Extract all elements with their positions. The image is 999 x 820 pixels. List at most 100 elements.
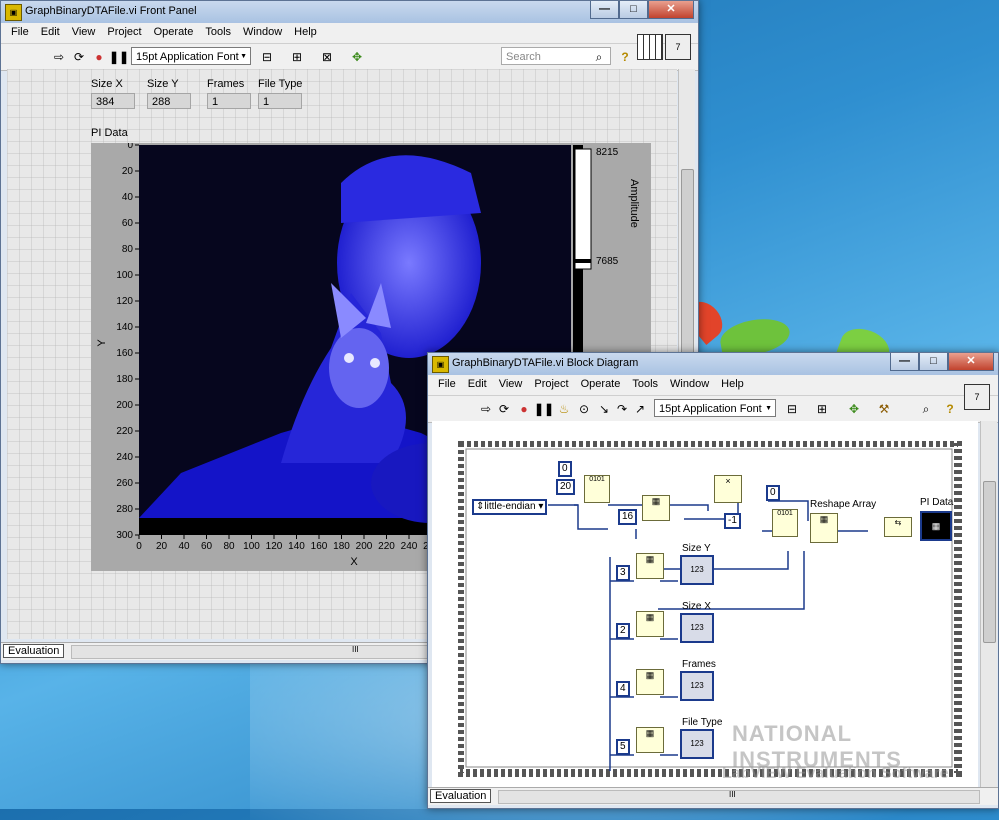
minimize-button[interactable]: — [890, 353, 919, 371]
step-into-icon[interactable]: ↘ [596, 401, 612, 417]
frames-label: Frames [207, 78, 245, 90]
menu-help[interactable]: Help [288, 23, 323, 43]
reorder-icon[interactable]: ✥ [349, 49, 365, 65]
read-binary-file-node-2[interactable]: 0101 [772, 509, 798, 537]
block-diagram-hscroll[interactable]: III [498, 790, 980, 804]
reshape-array-node[interactable]: ▦ [810, 513, 838, 543]
menu-tools[interactable]: Tools [199, 23, 237, 43]
multiply-node[interactable]: × [714, 475, 742, 503]
align-objects-icon[interactable]: ⊟ [784, 401, 800, 417]
constant-20[interactable]: 20 [556, 479, 576, 495]
x-tick-label: 140 [288, 541, 305, 552]
close-button[interactable]: ✕ [648, 1, 694, 19]
index-array-node-1[interactable]: ▦ [642, 495, 670, 521]
constant-4[interactable]: 4 [616, 681, 630, 697]
labview-app-icon: ▣ [5, 4, 22, 21]
front-panel-hscroll[interactable]: III [71, 645, 433, 659]
menu-edit[interactable]: Edit [35, 23, 66, 43]
x-tick-label: 160 [311, 541, 328, 552]
frames-terminal[interactable]: 123 [680, 671, 714, 701]
pause-icon[interactable]: ❚❚ [109, 49, 129, 65]
run-arrow-icon[interactable]: ⇨ [51, 49, 67, 65]
vscroll-thumb[interactable] [681, 169, 694, 371]
index-array-node-size-x[interactable]: ▦ [636, 611, 664, 637]
menu-project[interactable]: Project [528, 375, 574, 395]
menu-window[interactable]: Window [237, 23, 288, 43]
y-axis-ticks: 0 20 40 60 80 100 120 140 160 180 200 220 240 260 280 3… [116, 143, 139, 541]
constant-0[interactable]: 0 [558, 461, 572, 477]
vi-icon[interactable]: 7 [665, 34, 691, 60]
pause-icon[interactable]: ❚❚ [534, 401, 554, 417]
maximize-button[interactable]: □ [919, 353, 948, 371]
block-diagram-window: ▣ GraphBinaryDTAFile.vi Block Diagram — … [427, 352, 999, 809]
size-x-terminal-label: Size X [682, 601, 711, 612]
index-array-node-frames[interactable]: ▦ [636, 669, 664, 695]
menu-operate[interactable]: Operate [148, 23, 200, 43]
pi-data-terminal[interactable]: ▦ [920, 511, 952, 541]
menu-tools[interactable]: Tools [626, 375, 664, 395]
step-out-icon[interactable]: ↗ [632, 401, 648, 417]
search-icon[interactable]: ⌕ [591, 49, 607, 65]
x-tick-label: 40 [178, 541, 190, 552]
frames-indicator: 1 [207, 93, 251, 109]
y-tick-label: 120 [116, 296, 133, 307]
vi-icon[interactable]: 7 [964, 384, 990, 410]
x-tick-label: 240 [401, 541, 418, 552]
distribute-objects-icon[interactable]: ⊞ [289, 49, 305, 65]
abort-icon[interactable]: ● [91, 49, 107, 65]
run-continuous-icon[interactable]: ⟳ [71, 49, 87, 65]
align-objects-icon[interactable]: ⊟ [259, 49, 275, 65]
abort-icon[interactable]: ● [516, 401, 532, 417]
retain-wire-values-icon[interactable]: ⊙ [576, 401, 592, 417]
constant-3[interactable]: 3 [616, 565, 630, 581]
font-select[interactable]: 15pt Application Font [131, 47, 251, 66]
menu-view[interactable]: View [66, 23, 102, 43]
block-diagram-vscroll[interactable] [980, 421, 997, 787]
menu-edit[interactable]: Edit [462, 375, 493, 395]
menu-view[interactable]: View [493, 375, 529, 395]
menu-operate[interactable]: Operate [575, 375, 627, 395]
x-tick-label: 220 [378, 541, 395, 552]
reorder-icon[interactable]: ✥ [846, 401, 862, 417]
transpose-array-node[interactable]: ⇆ [884, 517, 912, 537]
vscroll-thumb[interactable] [983, 481, 996, 643]
connector-pane-icon[interactable] [637, 34, 663, 60]
help-icon[interactable]: ? [942, 401, 958, 417]
run-continuous-icon[interactable]: ⟳ [496, 401, 512, 417]
help-icon[interactable]: ? [617, 49, 633, 65]
read-binary-file-node[interactable]: 0101 [584, 475, 610, 503]
enum-constant-little-endian[interactable]: ⇕little-endian ▾ [472, 499, 548, 515]
font-select[interactable]: 15pt Application Font [654, 399, 776, 418]
highlight-execution-icon[interactable]: ♨ [556, 401, 572, 417]
size-y-terminal[interactable]: 123 [680, 555, 714, 585]
resize-objects-icon[interactable]: ⊠ [319, 49, 335, 65]
clean-up-diagram-icon[interactable]: ⚒ [876, 401, 892, 417]
constant-16[interactable]: 16 [618, 509, 638, 525]
distribute-objects-icon[interactable]: ⊞ [814, 401, 830, 417]
hscroll-grip: III [729, 790, 736, 799]
index-array-node-file-type[interactable]: ▦ [636, 727, 664, 753]
menu-window[interactable]: Window [664, 375, 715, 395]
menu-file[interactable]: File [432, 375, 462, 395]
run-arrow-icon[interactable]: ⇨ [478, 401, 494, 417]
y-tick-label: 40 [122, 192, 134, 203]
minimize-button[interactable]: — [590, 1, 619, 19]
step-over-icon[interactable]: ↷ [614, 401, 630, 417]
file-type-terminal[interactable]: 123 [680, 729, 714, 759]
index-array-node-size-y[interactable]: ▦ [636, 553, 664, 579]
constant-minus-1[interactable]: -1 [724, 513, 741, 529]
pi-data-graph-label: PI Data [91, 127, 128, 139]
menu-file[interactable]: File [5, 23, 35, 43]
constant-2[interactable]: 2 [616, 623, 630, 639]
search-icon[interactable]: ⌕ [918, 401, 934, 417]
block-diagram-titlebar[interactable]: ▣ GraphBinaryDTAFile.vi Block Diagram — … [428, 353, 998, 375]
front-panel-titlebar[interactable]: ▣ GraphBinaryDTAFile.vi Front Panel — □ … [1, 1, 698, 23]
constant-0-b[interactable]: 0 [766, 485, 780, 501]
menu-help[interactable]: Help [715, 375, 750, 395]
menu-project[interactable]: Project [101, 23, 147, 43]
constant-5[interactable]: 5 [616, 739, 630, 755]
maximize-button[interactable]: □ [619, 1, 648, 19]
close-button[interactable]: ✕ [948, 353, 994, 371]
size-x-terminal[interactable]: 123 [680, 613, 714, 643]
block-diagram-title: GraphBinaryDTAFile.vi Block Diagram [452, 357, 639, 369]
